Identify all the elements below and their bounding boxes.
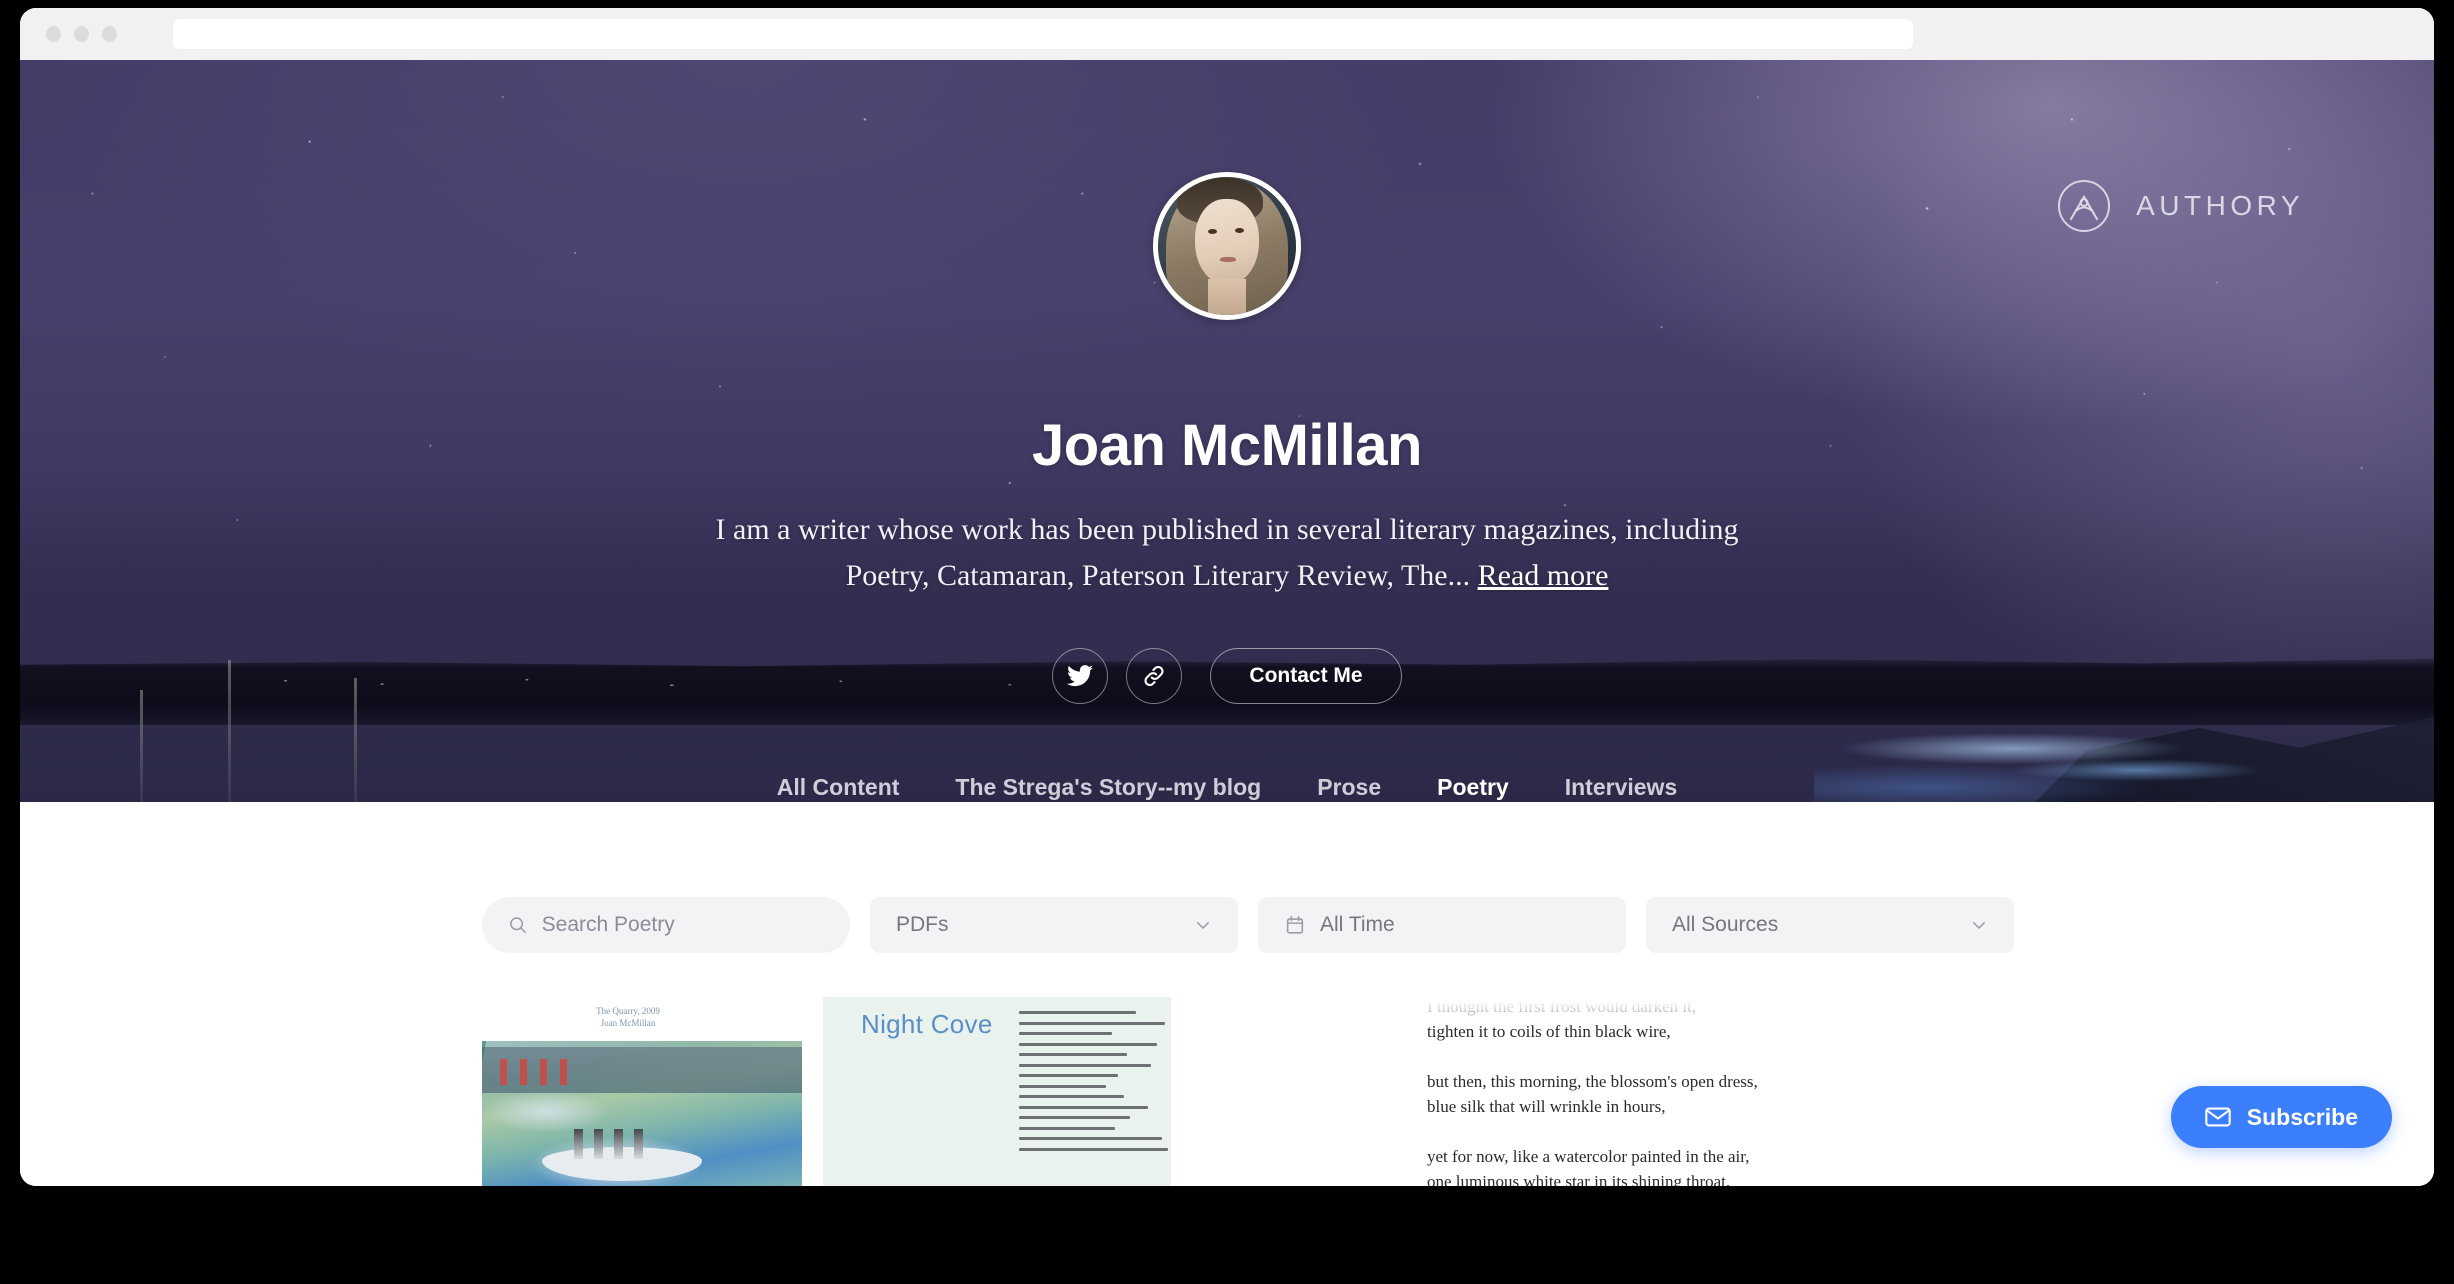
- card-title: Night Cove: [861, 1009, 993, 1040]
- content-card-grid: The Quarry, 2009 Joan McMillan: [20, 997, 2434, 1186]
- tab-all-content[interactable]: All Content: [749, 774, 928, 802]
- artwork-masthead-line-1: The Quarry, 2009: [568, 1005, 688, 1017]
- read-more-link[interactable]: Read more: [1478, 559, 1609, 592]
- twitter-button[interactable]: [1052, 648, 1108, 704]
- close-dot[interactable]: [46, 26, 61, 42]
- maximize-dot[interactable]: [102, 26, 117, 42]
- filter-toolbar: PDFs All Time All Sources: [482, 897, 2014, 953]
- tab-stregas-story-blog[interactable]: The Strega's Story--my blog: [927, 774, 1289, 802]
- page-viewport: AUTHORY Joan McMillan I am a writer whos…: [20, 60, 2434, 1186]
- chevron-down-icon: [1970, 916, 1988, 934]
- poem-stanza-1: tighten it to coils of thin black wire,: [1427, 1019, 1827, 1044]
- profile-bio: I am a writer whose work has been publis…: [667, 507, 1787, 599]
- browser-window: AUTHORY Joan McMillan I am a writer whos…: [20, 8, 2434, 1186]
- avatar-image: [1158, 177, 1296, 315]
- subscribe-button[interactable]: Subscribe: [2171, 1086, 2392, 1148]
- search-input[interactable]: [542, 913, 824, 937]
- artwork-masthead-line-2: Joan McMillan: [568, 1017, 688, 1029]
- sources-filter-label: All Sources: [1672, 913, 1778, 937]
- bio-line-1: I am a writer whose work has been publis…: [715, 513, 1738, 546]
- artwork-masthead: The Quarry, 2009 Joan McMillan: [568, 1005, 688, 1029]
- tab-poetry[interactable]: Poetry: [1409, 774, 1537, 802]
- poem-stanza-3-line-2: one luminous white star in its shining t…: [1427, 1169, 1827, 1186]
- content-card[interactable]: I thought the first frost would darken i…: [1427, 997, 1847, 1186]
- authory-logo[interactable]: AUTHORY: [2056, 178, 2304, 234]
- link-icon: [1141, 663, 1167, 689]
- website-link-button[interactable]: [1126, 648, 1182, 704]
- contact-me-button[interactable]: Contact Me: [1210, 648, 1401, 704]
- bio-line-2: Poetry, Catamaran, Paterson Literary Rev…: [846, 559, 1471, 592]
- avatar[interactable]: [1153, 172, 1301, 320]
- window-controls[interactable]: [46, 26, 117, 42]
- tab-interviews[interactable]: Interviews: [1537, 774, 1706, 802]
- time-range-filter[interactable]: All Time: [1258, 897, 1626, 953]
- content-type-filter-label: PDFs: [896, 913, 949, 937]
- time-range-filter-label: All Time: [1320, 913, 1395, 937]
- authory-wordmark: AUTHORY: [2136, 190, 2304, 222]
- twitter-icon: [1067, 665, 1093, 687]
- chevron-down-icon: [1194, 916, 1212, 934]
- sources-filter[interactable]: All Sources: [1646, 897, 2014, 953]
- minimize-dot[interactable]: [74, 26, 89, 42]
- artwork-thumbnail: [482, 1041, 802, 1186]
- search-input-wrapper[interactable]: [482, 897, 850, 953]
- page-title: Joan McMillan: [20, 412, 2434, 479]
- url-bar[interactable]: [173, 19, 1913, 49]
- content-area: PDFs All Time All Sources: [20, 802, 2434, 1186]
- content-type-filter[interactable]: PDFs: [870, 897, 1238, 953]
- poem-stanza-3-line-1: yet for now, like a watercolor painted i…: [1427, 1144, 1827, 1169]
- browser-chrome: [20, 8, 2434, 60]
- envelope-icon: [2205, 1107, 2231, 1127]
- profile-hero-banner: AUTHORY Joan McMillan I am a writer whos…: [20, 60, 2434, 802]
- content-card[interactable]: Night Cove: [823, 997, 1171, 1186]
- content-tabs: All Content The Strega's Story--my blog …: [20, 774, 2434, 802]
- content-card[interactable]: The Quarry, 2009 Joan McMillan: [482, 997, 802, 1186]
- tab-prose[interactable]: Prose: [1289, 774, 1409, 802]
- subscribe-button-label: Subscribe: [2247, 1104, 2358, 1131]
- calendar-icon: [1284, 914, 1306, 936]
- poem-stanza-2-line-1: but then, this morning, the blossom's op…: [1427, 1069, 1827, 1094]
- authory-circle-a-icon: [2056, 178, 2112, 234]
- poem-stanza-2-line-2: blue silk that will wrinkle in hours,: [1427, 1094, 1827, 1119]
- social-links: Contact Me: [20, 648, 2434, 704]
- poem-body-preview: [1019, 1011, 1169, 1158]
- search-icon: [508, 914, 528, 936]
